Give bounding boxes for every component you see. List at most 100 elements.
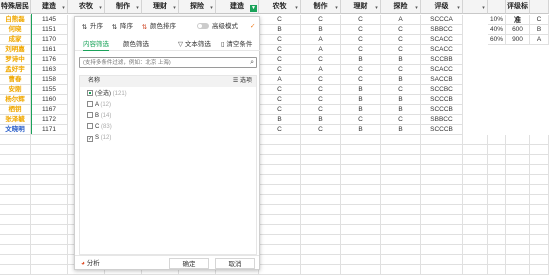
empty-cell[interactable] — [530, 205, 549, 215]
filter-item-c[interactable]: C (83) — [87, 123, 112, 132]
filter-item-s[interactable]: ✓ S (12) — [87, 134, 111, 143]
text-filter-button[interactable]: ▽ 文本筛选 — [178, 41, 211, 49]
empty-cell[interactable] — [463, 255, 488, 265]
table-cell-name[interactable]: 刘明嘉 — [0, 45, 31, 55]
empty-cell[interactable] — [31, 255, 68, 265]
empty-cell[interactable] — [463, 245, 488, 255]
table-cell-id[interactable]: 1160 — [31, 95, 68, 105]
dropdown-arrow-icon[interactable]: ▾ — [209, 6, 214, 11]
empty-cell[interactable] — [421, 215, 463, 225]
empty-cell[interactable] — [381, 205, 421, 215]
table-cell[interactable]: C — [381, 25, 421, 35]
column-header[interactable]: 探险 ▾ — [179, 0, 216, 14]
table-cell-name[interactable]: 罗诗中 — [0, 55, 31, 65]
table-cell[interactable]: B — [381, 105, 421, 115]
empty-cell[interactable] — [0, 135, 31, 145]
empty-cell[interactable] — [31, 165, 68, 175]
item-checkbox[interactable] — [87, 112, 93, 118]
empty-cell[interactable] — [31, 195, 68, 205]
empty-cell[interactable] — [31, 175, 68, 185]
empty-cell[interactable] — [463, 135, 488, 145]
empty-cell[interactable] — [530, 195, 549, 205]
criteria-score[interactable]: 900 — [506, 35, 530, 45]
table-cell-name[interactable]: 曹春 — [0, 75, 31, 85]
empty-cell[interactable] — [259, 145, 301, 155]
empty-cell[interactable] — [341, 255, 381, 265]
empty-cell[interactable] — [421, 155, 463, 165]
table-cell-name[interactable]: 栖钥 — [0, 105, 31, 115]
empty-cell[interactable] — [0, 185, 31, 195]
empty-cell[interactable] — [301, 145, 341, 155]
empty-cell[interactable] — [31, 245, 68, 255]
column-header[interactable]: 农牧 ▾ — [259, 0, 301, 14]
empty-cell[interactable] — [421, 225, 463, 235]
empty-cell[interactable] — [530, 215, 549, 225]
column-header[interactable]: 评级标准 ▾ — [506, 0, 530, 24]
table-cell[interactable]: C — [301, 75, 341, 85]
empty-cell[interactable] — [0, 145, 31, 155]
criteria-score[interactable]: 600 — [506, 25, 530, 35]
empty-cell[interactable] — [0, 215, 31, 225]
table-cell[interactable]: C — [341, 115, 381, 125]
table-cell[interactable]: B — [341, 95, 381, 105]
empty-cell[interactable] — [341, 165, 381, 175]
table-cell[interactable]: C — [259, 55, 301, 65]
table-cell[interactable]: C — [259, 85, 301, 95]
empty-cell[interactable] — [530, 145, 549, 155]
table-cell[interactable]: B — [341, 125, 381, 135]
empty-cell[interactable] — [301, 175, 341, 185]
table-cell[interactable]: C — [381, 115, 421, 125]
criteria-grade[interactable]: A — [530, 35, 549, 45]
table-cell[interactable]: SCACC — [421, 65, 463, 75]
table-cell-id[interactable]: 1171 — [31, 125, 68, 135]
empty-cell[interactable] — [488, 215, 506, 225]
empty-cell[interactable] — [463, 205, 488, 215]
dropdown-arrow-icon[interactable]: ▾ — [414, 6, 419, 11]
empty-cell[interactable] — [0, 255, 31, 265]
clear-conditions-button[interactable]: ▯ 清空条件 — [221, 41, 252, 49]
item-checkbox[interactable] — [87, 101, 93, 107]
empty-cell[interactable] — [0, 155, 31, 165]
empty-cell[interactable] — [506, 215, 530, 225]
table-cell[interactable]: C — [381, 45, 421, 55]
table-cell-name[interactable]: 文晓明 — [0, 125, 31, 135]
column-header[interactable] — [530, 0, 549, 14]
table-cell[interactable]: B — [341, 55, 381, 65]
empty-cell[interactable] — [421, 205, 463, 215]
column-header[interactable]: 建造 ▼ — [216, 0, 259, 14]
dropdown-arrow-icon[interactable]: ▾ — [135, 6, 140, 11]
empty-cell[interactable] — [506, 135, 530, 145]
table-cell[interactable]: C — [381, 65, 421, 75]
table-cell-id[interactable]: 1158 — [31, 75, 68, 85]
empty-cell[interactable] — [301, 165, 341, 175]
table-cell[interactable]: C — [381, 85, 421, 95]
filter-item-a[interactable]: A (12) — [87, 101, 111, 110]
dropdown-arrow-icon[interactable]: ▾ — [61, 6, 66, 11]
table-cell-name[interactable]: 孟好宇 — [0, 65, 31, 75]
empty-cell[interactable] — [421, 135, 463, 145]
table-cell[interactable]: C — [259, 35, 301, 45]
table-cell[interactable]: C — [259, 65, 301, 75]
sort-ascending-button[interactable]: ⇅ 升序 — [81, 22, 103, 31]
table-cell[interactable]: SACCB — [421, 75, 463, 85]
empty-cell[interactable] — [488, 225, 506, 235]
empty-cell[interactable] — [0, 235, 31, 245]
item-checkbox[interactable] — [87, 123, 93, 129]
empty-cell[interactable] — [341, 195, 381, 205]
dropdown-arrow-icon[interactable]: ▾ — [294, 6, 299, 11]
table-cell[interactable]: B — [301, 25, 341, 35]
empty-cell[interactable] — [530, 225, 549, 235]
empty-cell[interactable] — [259, 175, 301, 185]
column-header[interactable]: 探险 ▾ — [381, 0, 421, 14]
filter-item-b[interactable]: B (14) — [87, 112, 111, 121]
empty-cell[interactable] — [488, 175, 506, 185]
empty-cell[interactable] — [463, 155, 488, 165]
empty-cell[interactable] — [341, 235, 381, 245]
empty-cell[interactable] — [488, 195, 506, 205]
criteria-grade[interactable]: B — [530, 25, 549, 35]
filter-active-icon[interactable]: ▼ — [250, 5, 257, 12]
empty-cell[interactable] — [341, 155, 381, 165]
empty-cell[interactable] — [530, 165, 549, 175]
criteria-percent[interactable]: 40% — [488, 25, 506, 35]
table-cell[interactable]: C — [259, 45, 301, 55]
